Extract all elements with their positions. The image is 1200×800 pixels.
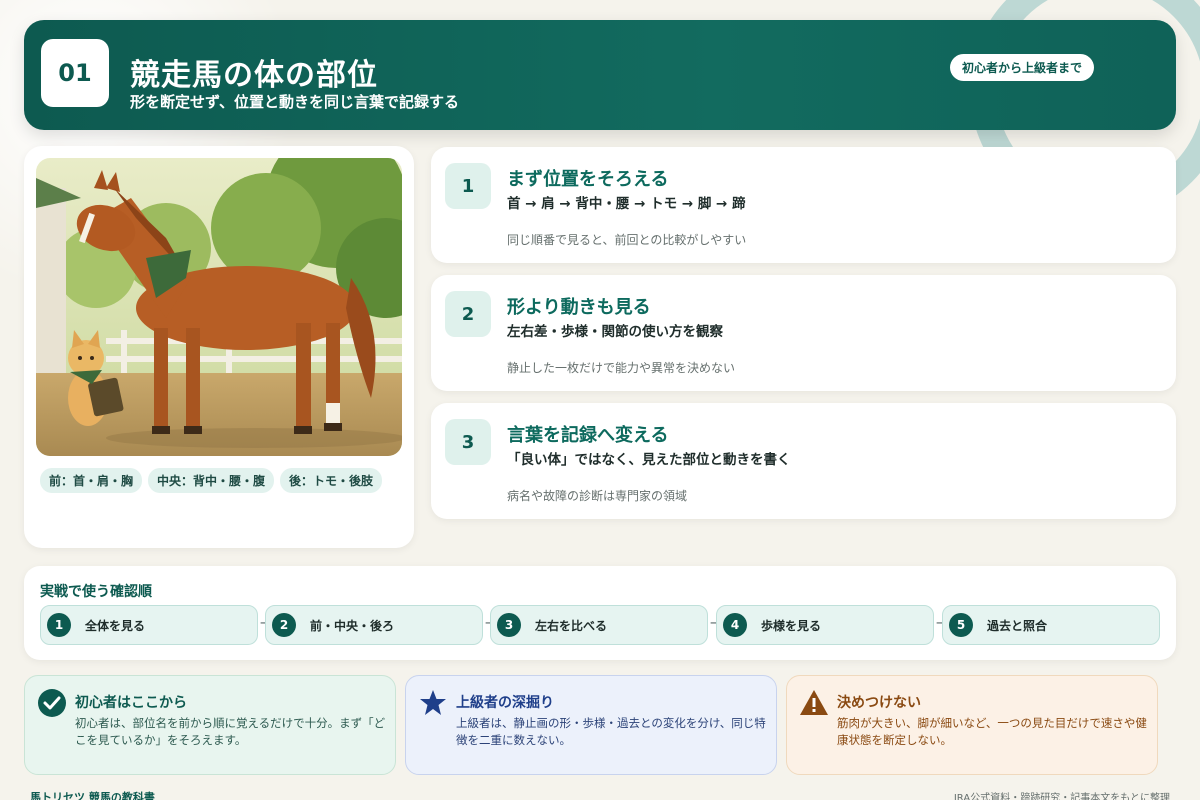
- flow-step-number: 2: [272, 613, 296, 637]
- horse-illustration: [36, 158, 402, 456]
- tag-front: 前：首・肩・胸: [40, 468, 143, 493]
- step-title: 形より動きも見る: [507, 297, 651, 318]
- level-badge: 初心者から上級者まで: [949, 54, 1094, 81]
- page-subtitle: 形を断定せず、位置と動きを同じ言葉で記録する: [130, 93, 459, 111]
- step-number: 3: [445, 419, 491, 465]
- flow-step-number: 1: [47, 613, 71, 637]
- tag-middle: 中央：背中・腰・腹: [148, 468, 275, 493]
- step-number: 2: [445, 291, 491, 337]
- tip-title: 決めつけない: [837, 695, 921, 711]
- horse-cat-scene: [36, 158, 402, 456]
- tag-rear: 後：トモ・後肢: [280, 468, 383, 493]
- tip-card-caution: 決めつけない 筋肉が大きい、脚が細いなど、一つの見た目だけで速さや健康状態を断定…: [786, 675, 1158, 775]
- step-note: 同じ順番で見ると、前回との比較がしやすい: [507, 233, 747, 247]
- tip-text: 筋肉が大きい、脚が細いなど、一つの見た目だけで速さや健康状態を断定しない。: [837, 716, 1147, 748]
- tip-text: 上級者は、静止画の形・歩様・過去との変化を分け、同じ特徴を二重に数えない。: [456, 716, 766, 748]
- flow-step-label: 前・中央・後ろ: [310, 618, 395, 633]
- step-note: 病名や故障の診断は専門家の領域: [507, 489, 688, 503]
- flow-step-1: 1 全体を見る: [40, 605, 258, 645]
- check-order-flow: 実戦で使う確認順 1 全体を見る → 2 前・中央・後ろ → 3 左右を比べる …: [24, 566, 1176, 660]
- step-card-1: 1 まず位置をそろえる 首 → 肩 → 背中・腰 → トモ → 脚 → 蹄 同じ…: [431, 147, 1176, 263]
- flow-step-number: 3: [497, 613, 521, 637]
- check-icon: [38, 689, 66, 717]
- flow-step-3: 3 左右を比べる: [490, 605, 708, 645]
- illustration-card: 前：首・肩・胸 中央：背中・腰・腹 後：トモ・後肢: [24, 146, 414, 548]
- flow-step-number: 5: [949, 613, 973, 637]
- star-icon: [420, 690, 446, 715]
- page-header: 01 競走馬の体の部位 形を断定せず、位置と動きを同じ言葉で記録する 初心者から…: [24, 20, 1176, 130]
- flow-step-label: 左右を比べる: [535, 618, 608, 633]
- step-title: 言葉を記録へ変える: [507, 425, 669, 446]
- step-title: まず位置をそろえる: [507, 169, 669, 190]
- tip-title: 上級者の深掘り: [456, 695, 554, 711]
- section-number: 01: [41, 39, 109, 107]
- warning-icon: [800, 690, 828, 715]
- tip-title: 初心者はここから: [75, 695, 187, 711]
- tip-text: 初心者は、部位名を前から順に覚えるだけで十分。まず「どこを見ているか」をそろえま…: [75, 716, 386, 748]
- step-card-3: 3 言葉を記録へ変える 「良い体」ではなく、見えた部位と動きを書く 病名や故障の…: [431, 403, 1176, 519]
- page-title: 競走馬の体の部位: [130, 58, 378, 93]
- body-section-tags: 前：首・肩・胸 中央：背中・腰・腹 後：トモ・後肢: [40, 468, 383, 493]
- footer-source: JRA公式資料・蹄跡研究・記事本文をもとに整理: [953, 793, 1170, 800]
- tip-card-beginner: 初心者はここから 初心者は、部位名を前から順に覚えるだけで十分。まず「どこを見て…: [24, 675, 396, 775]
- flow-step-label: 全体を見る: [85, 618, 146, 633]
- step-number: 1: [445, 163, 491, 209]
- footer-brand: 馬トリセツ 競馬の教科書: [30, 791, 155, 800]
- flow-step-label: 歩様を見る: [761, 618, 822, 633]
- step-note: 静止した一枚だけで能力や異常を決めない: [507, 361, 736, 375]
- flow-step-label: 過去と照合: [987, 618, 1048, 633]
- step-detail: 「良い体」ではなく、見えた部位と動きを書く: [507, 452, 791, 468]
- tip-card-advanced: 上級者の深掘り 上級者は、静止画の形・歩様・過去との変化を分け、同じ特徴を二重に…: [405, 675, 777, 775]
- flow-step-2: 2 前・中央・後ろ: [265, 605, 483, 645]
- step-card-2: 2 形より動きも見る 左右差・歩様・関節の使い方を観察 静止した一枚だけで能力や…: [431, 275, 1176, 391]
- flow-title: 実戦で使う確認順: [40, 584, 152, 600]
- step-detail: 首 → 肩 → 背中・腰 → トモ → 脚 → 蹄: [507, 196, 746, 212]
- step-detail: 左右差・歩様・関節の使い方を観察: [507, 324, 723, 340]
- flow-step-5: 5 過去と照合: [942, 605, 1160, 645]
- flow-step-number: 4: [723, 613, 747, 637]
- flow-step-4: 4 歩様を見る: [716, 605, 934, 645]
